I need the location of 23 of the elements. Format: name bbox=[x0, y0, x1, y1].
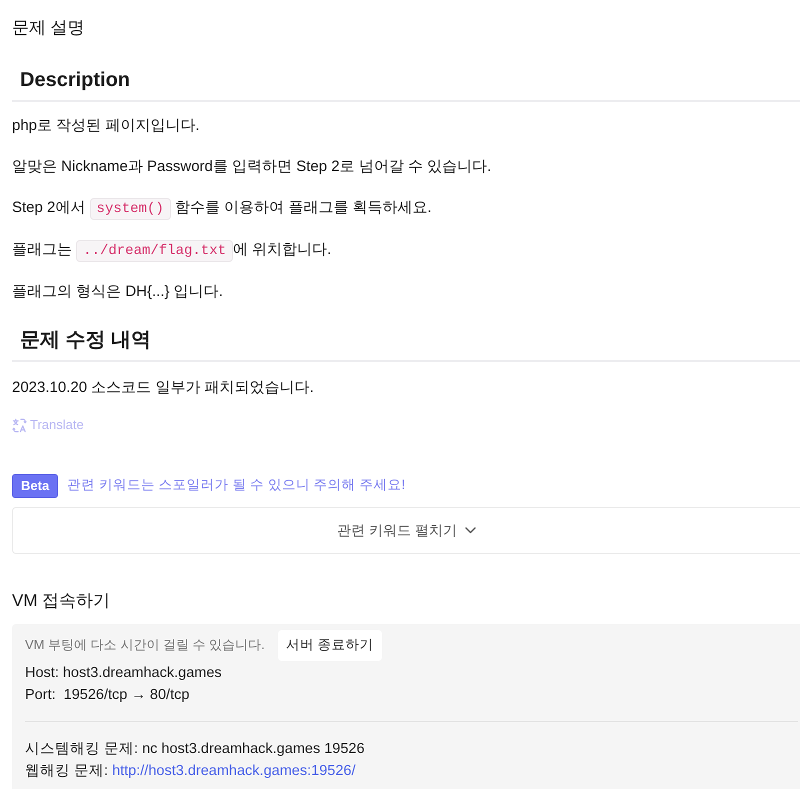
web-hacking-line: 웹해킹 문제: http://host3.dreamhack.games:19526/ bbox=[25, 762, 356, 780]
description-paragraph: php로 작성된 페이지입니다. bbox=[12, 116, 201, 136]
keywords-expand-button[interactable]: 관련 키워드 펼치기 bbox=[12, 506, 800, 554]
section-heading: Description bbox=[12, 67, 800, 102]
section-title: VM 접속하기 bbox=[12, 590, 112, 612]
description-paragraph: Step 2에서 system() 함수를 이용하여 플래그를 획득하세요. bbox=[12, 196, 800, 221]
translate-icon bbox=[12, 418, 27, 432]
description-paragraph: 플래그의 형식은 DH{...} 입니다. bbox=[12, 282, 224, 302]
changelog-entry: 2023.10.20 소스코드 일부가 패치되었습니다. bbox=[12, 378, 315, 398]
inline-code: system() bbox=[90, 198, 171, 220]
port-text: Port: 19526/tcp → 80/tcp bbox=[25, 686, 190, 704]
system-hacking-command: 시스템해킹 문제: nc host3.dreamhack.games 19526 bbox=[25, 740, 366, 758]
inline-code: ../dream/flag.txt bbox=[76, 240, 233, 262]
description-paragraph: 알맞은 Nickname과 Password를 입력하면 Step 2로 넘어갈 수 있습니다. bbox=[12, 157, 492, 177]
description-paragraph: 플래그는 ../dream/flag.txt 에 위치합니다. bbox=[12, 238, 800, 263]
boot-notice: VM 부팅에 다소 시간이 걸릴 수 있습니다. bbox=[25, 636, 265, 654]
stop-server-button[interactable]: 서버 종료하기 bbox=[278, 630, 382, 660]
web-hacking-link[interactable]: http://host3.dreamhack.games:19526/ bbox=[112, 762, 356, 778]
section-heading: 문제 수정 내역 bbox=[12, 327, 800, 362]
beta-tag: Beta bbox=[12, 474, 58, 498]
host-text: Host: host3.dreamhack.games bbox=[25, 664, 223, 682]
spoiler-warning: 관련 키워드는 스포일러가 될 수 있으니 주의해 주세요! bbox=[67, 476, 406, 494]
section-title: 문제 설명 bbox=[12, 17, 86, 39]
